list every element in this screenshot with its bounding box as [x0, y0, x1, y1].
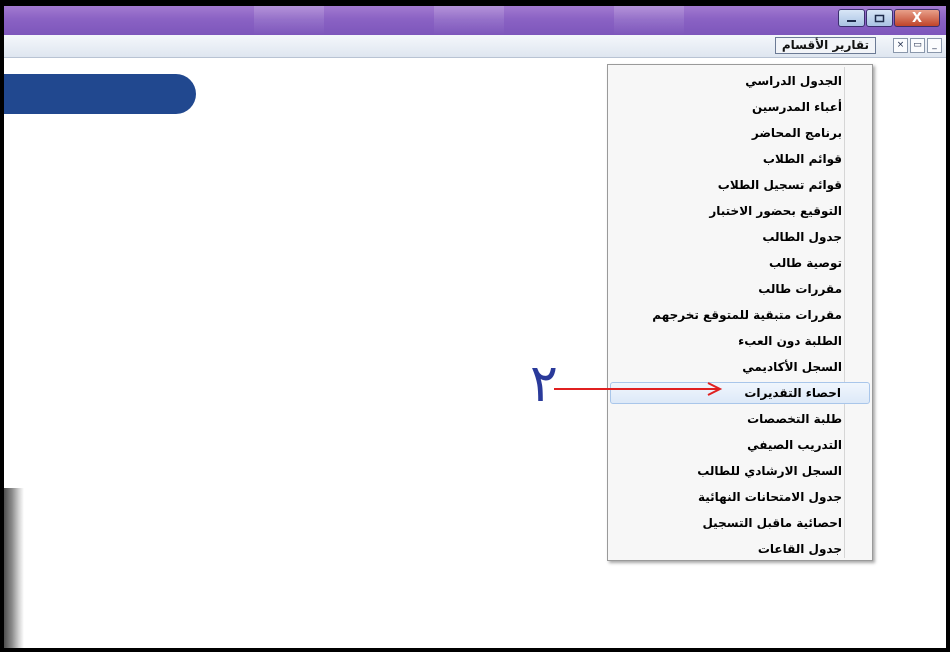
menu-item[interactable]: التوقيع بحضور الاختبار	[610, 200, 870, 222]
app-window: X × ▭ _ تقارير الأقسام الجدول الدراسي أع…	[0, 0, 950, 652]
menu-department-reports[interactable]: تقارير الأقسام	[774, 37, 876, 54]
menu-item[interactable]: قوائم تسجيل الطلاب	[610, 174, 870, 196]
maximize-button[interactable]	[866, 9, 893, 27]
annotation-arrow-icon	[554, 382, 723, 396]
menu-item[interactable]: التدريب الصيفي	[610, 434, 870, 456]
close-button[interactable]: X	[894, 9, 940, 27]
menu-item[interactable]: برنامج المحاضر	[610, 122, 870, 144]
menu-item[interactable]: طلبة التخصصات	[610, 408, 870, 430]
menu-item[interactable]: قوائم الطلاب	[610, 148, 870, 170]
restore-icon: ▭	[913, 40, 922, 50]
window-controls: X	[838, 9, 940, 27]
menu-item[interactable]: جدول الامتحانات النهائية	[610, 486, 870, 508]
mdi-minimize-button[interactable]: _	[927, 38, 942, 53]
mdi-close-button[interactable]: ×	[893, 38, 908, 53]
menu-item[interactable]: مقررات طالب	[610, 278, 870, 300]
close-icon: ×	[896, 40, 905, 50]
menu-item[interactable]: الجدول الدراسي	[610, 70, 870, 92]
mdi-menubar: × ▭ _ تقارير الأقسام	[4, 35, 946, 58]
menu-item[interactable]: مقررات متبقية للمتوقع تخرجهم	[610, 304, 870, 326]
minimize-icon: _	[932, 40, 937, 50]
menu-item[interactable]: أعباء المدرسين	[610, 96, 870, 118]
menu-item[interactable]: الطلبة دون العبء	[610, 330, 870, 352]
mdi-restore-button[interactable]: ▭	[910, 38, 925, 53]
menu-item[interactable]: السجل الارشادي للطالب	[610, 460, 870, 482]
menu-item[interactable]: جدول القاعات	[610, 538, 870, 560]
minimize-icon	[847, 19, 856, 22]
reports-dropdown-menu: الجدول الدراسي أعباء المدرسين برنامج الم…	[607, 64, 873, 561]
banner-pill	[4, 74, 196, 114]
minimize-button[interactable]	[838, 9, 865, 27]
menu-item[interactable]: السجل الأكاديمي	[610, 356, 870, 378]
maximize-icon	[874, 14, 885, 22]
mdi-window-controls: × ▭ _	[893, 38, 942, 53]
menu-item[interactable]: احصائية ماقبل التسجيل	[610, 512, 870, 534]
background-image-edge	[4, 488, 24, 648]
titlebar-glare	[614, 6, 684, 35]
menu-item[interactable]: توصية طالب	[610, 252, 870, 274]
menu-item[interactable]: جدول الطالب	[610, 226, 870, 248]
close-icon: X	[911, 10, 923, 26]
titlebar-glare	[254, 6, 324, 35]
titlebar-glare	[434, 6, 504, 35]
window-titlebar: X	[4, 6, 946, 35]
